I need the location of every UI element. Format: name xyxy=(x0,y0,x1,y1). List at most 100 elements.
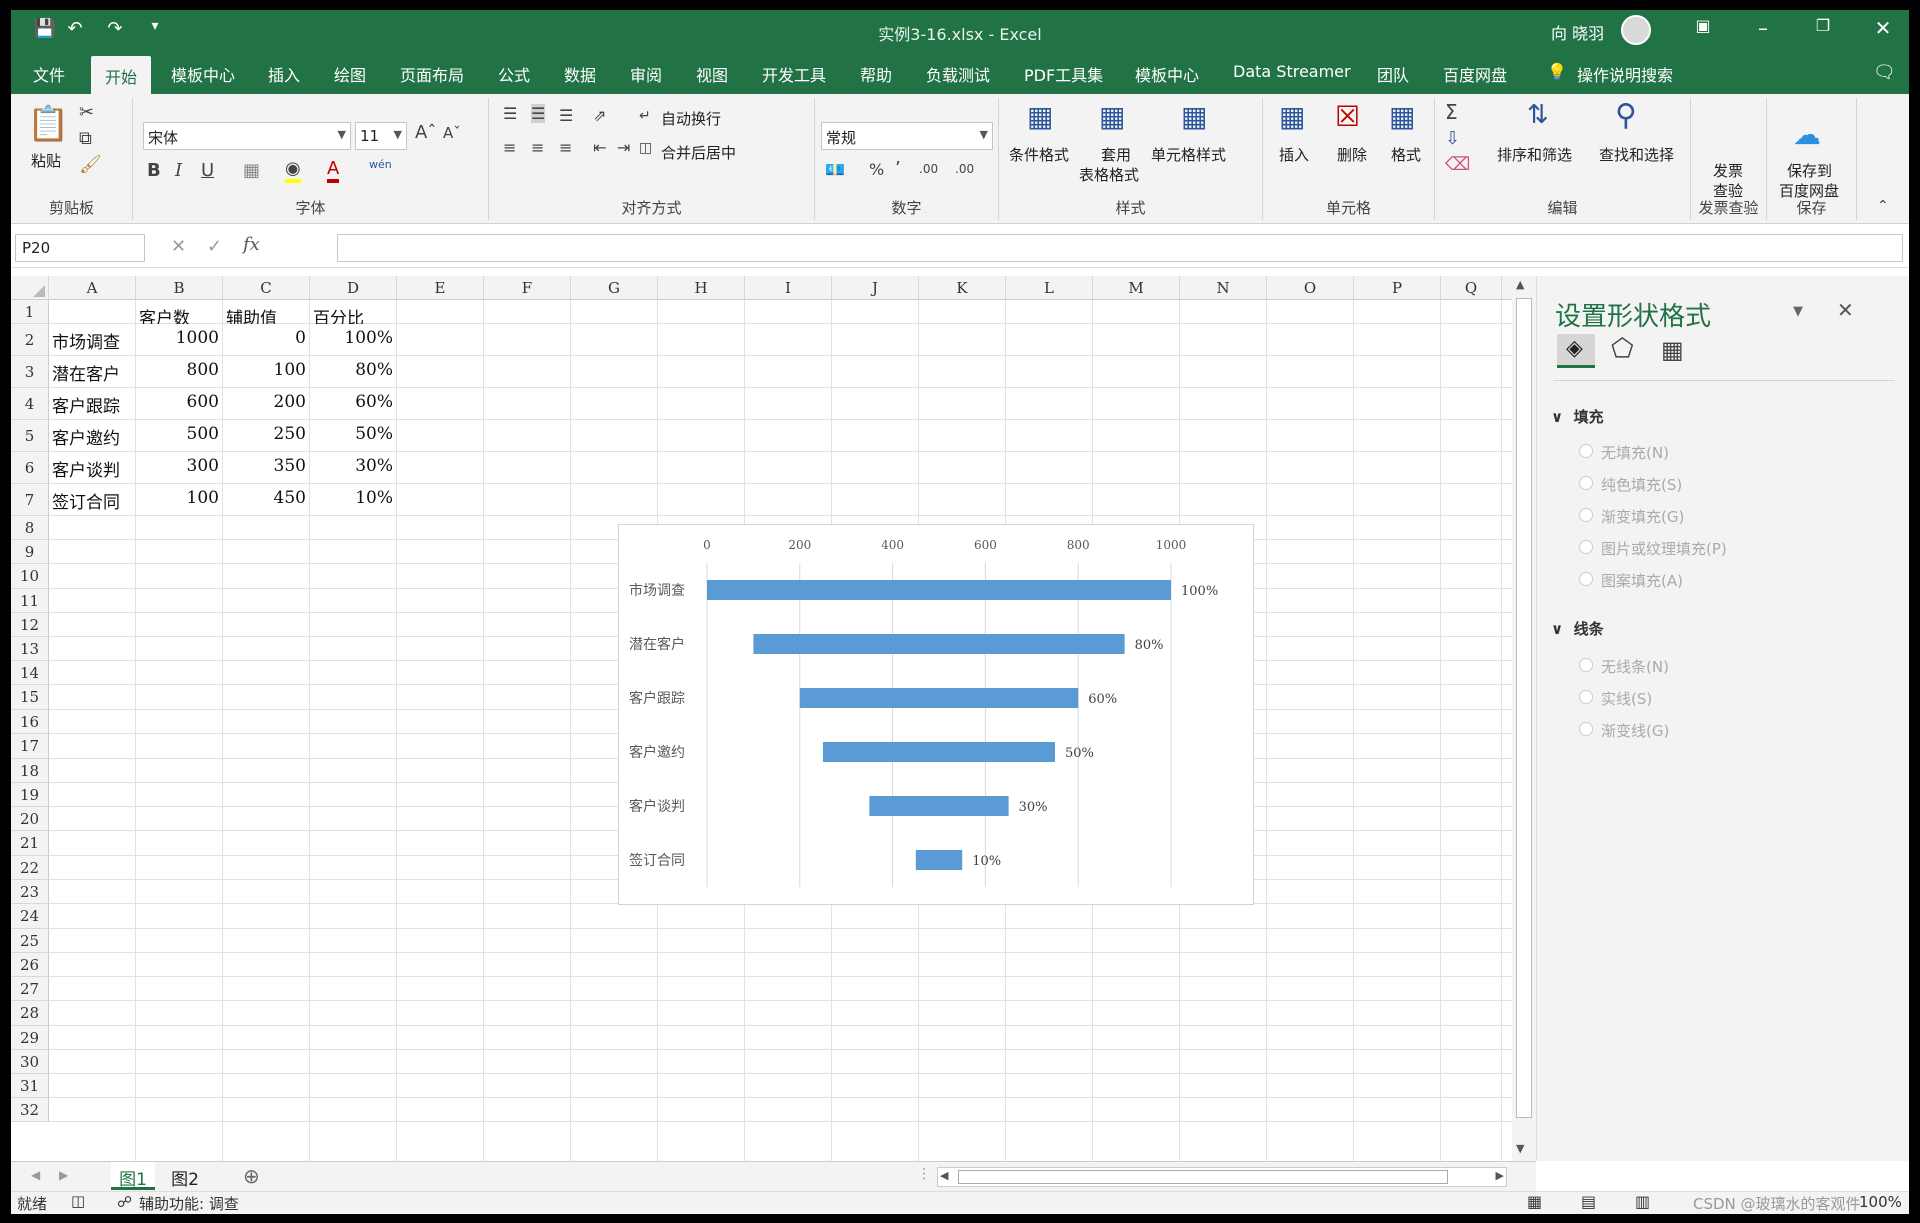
ribbon-display-icon[interactable]: ▣ xyxy=(1683,16,1723,35)
find-select-button[interactable]: 查找和选择 xyxy=(1599,144,1674,165)
row-header-2[interactable]: 2 xyxy=(11,324,49,356)
merge-center-button[interactable]: 合并后居中 xyxy=(661,142,736,163)
tab-data[interactable]: 数据 xyxy=(564,62,596,86)
scroll-right-icon[interactable]: ▶ xyxy=(1496,1169,1504,1182)
row-header-17[interactable]: 17 xyxy=(11,734,49,759)
cell-b7[interactable]: 100 xyxy=(139,488,219,516)
row-header-14[interactable]: 14 xyxy=(11,661,49,685)
tab-pdf-tools[interactable]: PDF工具集 xyxy=(1024,62,1103,86)
row-header-6[interactable]: 6 xyxy=(11,452,49,484)
cell-c4[interactable]: 200 xyxy=(226,392,306,420)
column-header-i[interactable]: I xyxy=(745,276,832,300)
tab-help[interactable]: 帮助 xyxy=(860,62,892,86)
column-header-a[interactable]: A xyxy=(49,276,136,300)
row-header-30[interactable]: 30 xyxy=(11,1050,49,1074)
row-header-7[interactable]: 7 xyxy=(11,484,49,516)
row-header-29[interactable]: 29 xyxy=(11,1026,49,1050)
column-header-q[interactable]: Q xyxy=(1441,276,1502,300)
row-header-3[interactable]: 3 xyxy=(11,356,49,388)
decrease-decimal-icon[interactable]: .00 xyxy=(955,162,974,176)
row-header-1[interactable]: 1 xyxy=(11,300,49,324)
row-header-4[interactable]: 4 xyxy=(11,388,49,420)
cell-d5[interactable]: 50% xyxy=(313,424,393,452)
cell-b1[interactable]: 客户数 xyxy=(139,304,219,324)
autosum-icon[interactable]: Σ xyxy=(1445,100,1458,124)
clear-icon[interactable]: ⌫ xyxy=(1445,154,1470,175)
cell-d6[interactable]: 30% xyxy=(313,456,393,484)
decrease-font-icon[interactable]: Aˇ xyxy=(443,124,461,142)
format-as-table-button-line2[interactable]: 表格格式 xyxy=(1079,164,1139,185)
effects-pentagon-icon[interactable]: ⬠ xyxy=(1611,334,1634,364)
column-header-d[interactable]: D xyxy=(310,276,397,300)
delete-cells-button[interactable]: 删除 xyxy=(1337,144,1367,165)
zoom-level[interactable]: 100% xyxy=(1859,1193,1902,1211)
italic-icon[interactable]: I xyxy=(175,160,182,181)
fill-line-tab[interactable]: ◈ xyxy=(1557,334,1595,368)
tab-home[interactable]: 开始 xyxy=(91,56,152,94)
orientation-icon[interactable]: ⇗ xyxy=(593,106,606,125)
borders-icon[interactable]: ▦ xyxy=(243,160,260,181)
fill-option[interactable]: 纯色填充(S) xyxy=(1579,474,1682,495)
decrease-indent-icon[interactable]: ⇤ xyxy=(593,138,606,157)
column-header-o[interactable]: O xyxy=(1267,276,1354,300)
number-format-select[interactable]: 常规 ▼ xyxy=(821,122,993,150)
scroll-down-icon[interactable]: ▼ xyxy=(1516,1142,1524,1155)
row-header-25[interactable]: 25 xyxy=(11,929,49,953)
cell-d3[interactable]: 80% xyxy=(313,360,393,388)
row-header-20[interactable]: 20 xyxy=(11,807,49,831)
fill-icon[interactable]: ⇩ xyxy=(1445,128,1460,149)
comma-icon[interactable]: ’ xyxy=(895,158,901,179)
column-header-e[interactable]: E xyxy=(397,276,484,300)
cell-d1[interactable]: 百分比 xyxy=(313,304,393,324)
cell-a7[interactable]: 签订合同 xyxy=(52,488,132,516)
tab-template-center-2[interactable]: 模板中心 xyxy=(1135,62,1199,86)
cell-c1[interactable]: 辅助值 xyxy=(226,304,306,324)
paste-icon[interactable]: 📋 xyxy=(27,104,69,144)
row-header-16[interactable]: 16 xyxy=(11,710,49,734)
font-size-select[interactable]: 11 ▼ xyxy=(355,122,407,150)
sheet-tab-1[interactable]: 图1 xyxy=(111,1162,155,1190)
sheet-tab-2[interactable]: 图2 xyxy=(163,1162,207,1190)
font-name-select[interactable]: 宋体 ▼ xyxy=(143,122,351,150)
formula-input[interactable] xyxy=(337,234,1903,262)
row-header-24[interactable]: 24 xyxy=(11,904,49,929)
cell-b6[interactable]: 300 xyxy=(139,456,219,484)
row-header-31[interactable]: 31 xyxy=(11,1074,49,1098)
invoice-check-line1[interactable]: 发票 xyxy=(1713,160,1743,181)
minimize-icon[interactable]: – xyxy=(1743,16,1783,40)
name-box[interactable]: P20 xyxy=(15,234,145,262)
vertical-scrollbar[interactable]: ▲ ▼ xyxy=(1512,276,1536,1161)
cell-b4[interactable]: 600 xyxy=(139,392,219,420)
fill-option[interactable]: 图片或纹理填充(P) xyxy=(1579,538,1727,559)
row-header-27[interactable]: 27 xyxy=(11,977,49,1001)
format-painter-icon[interactable]: 🖌 xyxy=(79,154,102,175)
percent-icon[interactable]: % xyxy=(869,160,884,179)
cell-d4[interactable]: 60% xyxy=(313,392,393,420)
cell-a6[interactable]: 客户谈判 xyxy=(52,456,132,484)
tab-review[interactable]: 审阅 xyxy=(630,62,662,86)
user-name[interactable]: 向 晓羽 xyxy=(1551,20,1604,44)
cell-a5[interactable]: 客户邀约 xyxy=(52,424,132,452)
column-header-p[interactable]: P xyxy=(1354,276,1441,300)
row-header-10[interactable]: 10 xyxy=(11,564,49,589)
cell-a3[interactable]: 潜在客户 xyxy=(52,360,132,388)
column-header-c[interactable]: C xyxy=(223,276,310,300)
row-header-21[interactable]: 21 xyxy=(11,831,49,856)
fill-color-icon[interactable]: ◉ xyxy=(285,158,301,183)
restore-icon[interactable]: ❐ xyxy=(1803,16,1843,35)
normal-view-icon[interactable]: ▦ xyxy=(1527,1192,1542,1211)
row-header-19[interactable]: 19 xyxy=(11,783,49,807)
increase-font-icon[interactable]: Aˆ xyxy=(415,122,436,143)
column-header-g[interactable]: G xyxy=(571,276,658,300)
line-option[interactable]: 渐变线(G) xyxy=(1579,720,1669,741)
tab-load-test[interactable]: 负载测试 xyxy=(926,62,990,86)
wrap-text-button[interactable]: 自动换行 xyxy=(661,108,721,129)
fill-option[interactable]: 图案填充(A) xyxy=(1579,570,1683,591)
accessibility-status[interactable]: 辅助功能: 调查 xyxy=(139,1193,239,1214)
cancel-icon[interactable]: ✕ xyxy=(171,236,186,257)
column-header-m[interactable]: M xyxy=(1093,276,1180,300)
cell-b3[interactable]: 800 xyxy=(139,360,219,388)
h-scroll-thumb[interactable] xyxy=(958,1170,1448,1184)
tab-data-streamer[interactable]: Data Streamer xyxy=(1233,62,1351,81)
fill-option[interactable]: 无填充(N) xyxy=(1579,442,1669,463)
